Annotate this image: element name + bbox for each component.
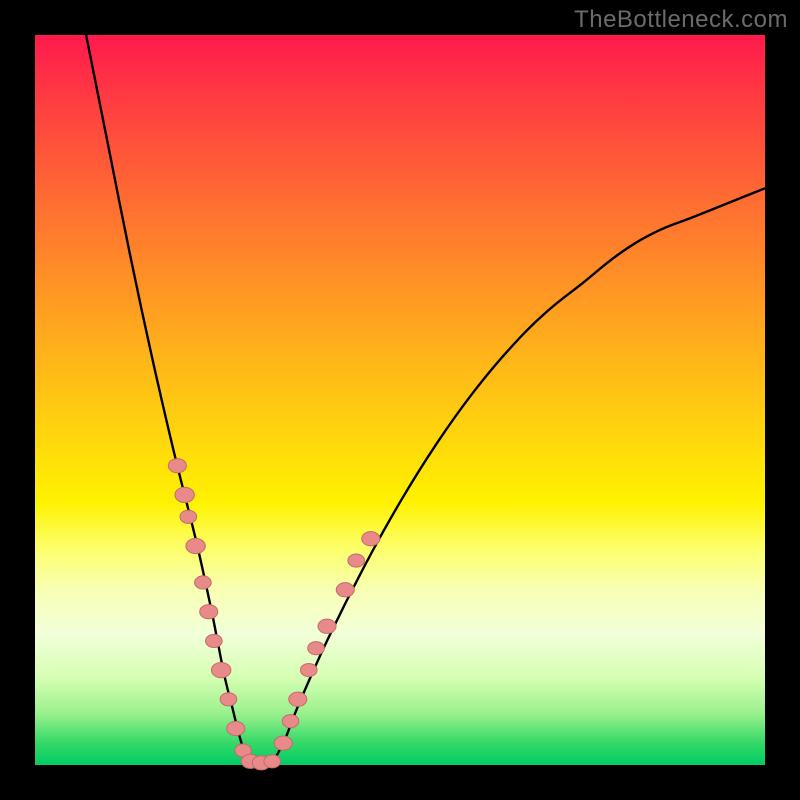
data-marker <box>308 642 325 655</box>
data-marker <box>227 721 245 735</box>
data-marker <box>186 538 205 553</box>
data-marker <box>168 459 186 473</box>
data-marker <box>195 576 212 589</box>
data-marker <box>362 532 380 546</box>
data-marker <box>289 692 307 706</box>
watermark-text: TheBottleneck.com <box>574 6 788 34</box>
data-marker <box>175 487 194 502</box>
data-marker <box>211 662 230 677</box>
data-marker <box>318 619 336 633</box>
plot-area <box>35 35 765 765</box>
data-marker <box>264 755 281 768</box>
data-marker <box>180 510 197 523</box>
chart-frame: TheBottleneck.com <box>0 0 800 800</box>
data-marker <box>220 693 237 706</box>
data-marker <box>336 583 354 597</box>
data-marker <box>206 634 223 647</box>
data-marker <box>200 605 218 619</box>
bottleneck-curve <box>86 35 765 767</box>
data-marker <box>348 554 365 567</box>
data-marker <box>274 736 292 750</box>
marker-group <box>168 459 379 770</box>
data-marker <box>282 715 299 728</box>
data-marker <box>300 664 317 677</box>
curve-svg <box>35 35 765 765</box>
